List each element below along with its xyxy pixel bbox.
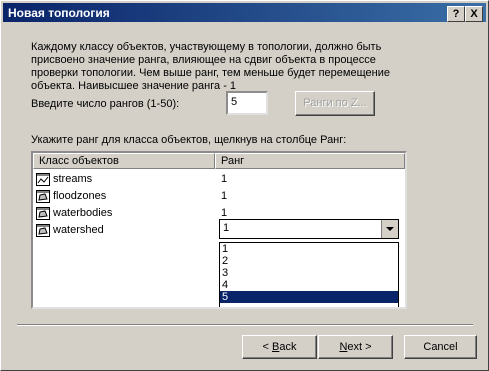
rank-option[interactable]: 2	[220, 255, 398, 267]
title-bar[interactable]: Новая топология ? X	[3, 3, 486, 22]
chevron-down-icon	[386, 227, 394, 231]
separator	[17, 324, 473, 326]
header-rank[interactable]: Ранг	[215, 153, 405, 169]
next-button[interactable]: Next >	[318, 335, 393, 359]
ranks-count-input[interactable]: 5	[226, 91, 268, 115]
row-name: floodzones	[53, 190, 107, 202]
new-topology-dialog: Новая топология ? X Каждому классу объек…	[0, 0, 489, 371]
next-button-suffix: ext >	[347, 341, 372, 353]
rank-dropdown-button[interactable]	[381, 220, 398, 238]
rank-option[interactable]: 1	[220, 243, 398, 255]
rank-combobox[interactable]: 1	[219, 219, 399, 239]
rank-option[interactable]: 4	[220, 279, 398, 291]
polygon-feature-class-icon	[36, 224, 50, 237]
ranks-count-label: Введите число рангов (1-50):	[31, 98, 180, 110]
row-name: streams	[53, 173, 93, 185]
row-rank[interactable]: 1	[221, 207, 227, 219]
back-button[interactable]: < Back	[242, 335, 317, 359]
feature-class-rank-list[interactable]: Класс объектов Ранг streams 1 floodzones…	[31, 151, 407, 309]
rank-option[interactable]: 3	[220, 267, 398, 279]
row-name: watershed	[53, 224, 104, 236]
window-title: Новая топология	[8, 6, 110, 20]
row-rank[interactable]: 1	[221, 190, 227, 202]
header-class[interactable]: Класс объектов	[33, 153, 215, 169]
back-button-suffix: ack	[279, 341, 297, 353]
ranks-count-value: 5	[231, 96, 238, 108]
line-feature-class-icon	[36, 173, 50, 186]
cancel-button[interactable]: Cancel	[404, 335, 477, 359]
list-row-streams[interactable]: streams 1	[33, 171, 405, 188]
list-row-floodzones[interactable]: floodzones 1	[33, 188, 405, 205]
list-instruction-label: Укажите ранг для класса объектов, щелкну…	[31, 134, 347, 146]
row-rank[interactable]: 1	[221, 173, 227, 185]
rank-combobox-value: 1	[223, 222, 230, 234]
help-button[interactable]: ?	[447, 6, 465, 22]
polygon-feature-class-icon	[36, 190, 50, 203]
row-name: waterbodies	[53, 207, 113, 219]
polygon-feature-class-icon	[36, 207, 50, 220]
close-button[interactable]: X	[465, 6, 483, 22]
description-text: Каждому классу объектов, участвующему в …	[31, 41, 390, 92]
back-button-prefix: <	[262, 341, 272, 353]
rank-option-highlighted[interactable]: 5	[220, 291, 398, 303]
rank-dropdown-list[interactable]: 1 2 3 4 5	[219, 242, 399, 307]
ranks-by-z-button[interactable]: Ранги по Z...	[295, 91, 375, 116]
